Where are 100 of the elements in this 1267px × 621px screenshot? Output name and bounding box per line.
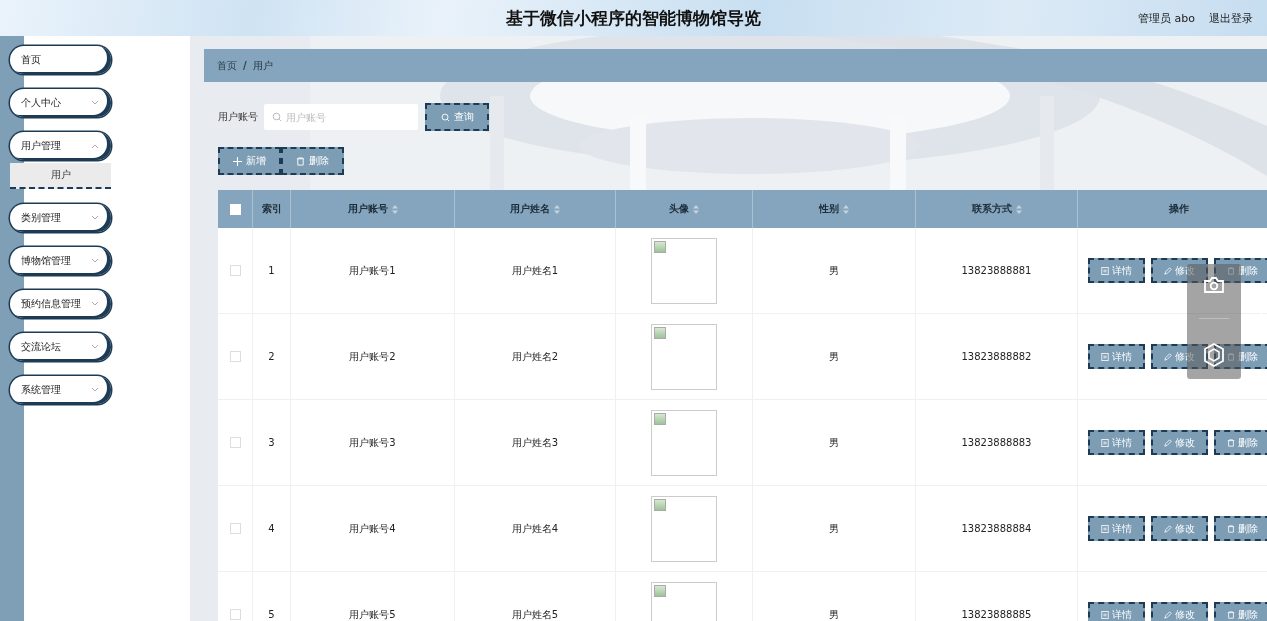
edit-button[interactable]: 修改 (1150, 516, 1208, 541)
add-button[interactable]: 新增 (218, 147, 281, 175)
sort-icon (554, 204, 560, 214)
row-checkbox[interactable] (229, 265, 241, 277)
document-icon (1100, 266, 1109, 275)
table-cell: 男 (829, 436, 839, 448)
detail-button[interactable]: 详情 (1087, 344, 1145, 369)
breadcrumb-separator: / (243, 60, 247, 71)
trash-icon (296, 156, 305, 166)
detail-button[interactable]: 详情 (1087, 258, 1145, 283)
breadcrumb-link[interactable]: 首页 (217, 58, 237, 73)
menu-item[interactable]: 博物馆管理 (10, 247, 111, 275)
pencil-icon (1163, 352, 1172, 361)
column-header: 操作 (1077, 190, 1267, 228)
table-cell: 用户姓名4 (511, 522, 559, 534)
table-cell: 男 (829, 350, 839, 362)
table-cell: 用户账号2 (349, 350, 396, 362)
table-cell: 男 (829, 522, 839, 534)
menu-item[interactable]: 交流论坛 (10, 333, 111, 361)
table-cell: 用户姓名2 (511, 350, 559, 362)
chevron-icon (91, 301, 99, 307)
sort-icon (1015, 204, 1022, 214)
column-header[interactable]: 用户账号 (290, 190, 455, 228)
row-checkbox[interactable] (229, 609, 241, 621)
plus-icon (233, 156, 242, 166)
pencil-icon (1163, 524, 1172, 533)
table-cell: 用户姓名1 (511, 264, 559, 276)
menu-item[interactable]: 用户管理 (10, 132, 111, 160)
table-cell: 男 (829, 264, 839, 276)
chevron-icon (91, 215, 99, 221)
chevron-icon (91, 387, 99, 393)
table-cell: 4 (268, 523, 275, 534)
chevron-icon (91, 258, 99, 264)
submenu-item[interactable]: 用户 (10, 163, 111, 189)
detail-button[interactable]: 详情 (1087, 602, 1145, 621)
table-cell: 13823888885 (961, 609, 1032, 620)
column-header[interactable]: 用户姓名 (454, 190, 616, 228)
chevron-icon (91, 143, 99, 149)
delete-button[interactable]: 删除 (1213, 602, 1267, 621)
broken-image-icon (651, 237, 717, 304)
table-cell: 用户账号3 (349, 436, 396, 448)
menu-item[interactable]: 个人中心 (10, 89, 111, 117)
breadcrumb-link[interactable]: 用户 (252, 58, 273, 73)
menu-item[interactable]: 预约信息管理 (10, 290, 111, 318)
edit-button[interactable]: 修改 (1150, 344, 1208, 369)
column-header[interactable]: 性别 (752, 190, 916, 228)
search-field[interactable]: 用户账号 (264, 104, 418, 130)
detail-button[interactable]: 详情 (1087, 516, 1145, 541)
delete-button[interactable]: 删除 (1213, 430, 1267, 455)
pencil-icon (1163, 610, 1172, 619)
menu-item[interactable]: 首页 (10, 46, 111, 74)
edit-button[interactable]: 修改 (1150, 602, 1208, 621)
camera-icon[interactable] (1203, 276, 1225, 294)
search-button[interactable]: 查询 (425, 103, 489, 131)
table-cell: 用户姓名3 (511, 436, 559, 448)
table-cell: 2 (268, 351, 275, 362)
column-header[interactable]: 联系方式 (915, 190, 1078, 228)
pencil-icon (1163, 266, 1172, 275)
menu-item[interactable]: 类别管理 (10, 204, 111, 232)
chevron-icon (91, 344, 99, 350)
document-icon (1100, 610, 1109, 619)
edit-button[interactable]: 修改 (1150, 430, 1208, 455)
trash-icon (1226, 438, 1235, 447)
table-cell: 13823888883 (961, 437, 1032, 448)
document-icon (1100, 352, 1109, 361)
chevron-icon (91, 100, 99, 106)
table-cell: 男 (829, 608, 839, 620)
row-checkbox[interactable] (229, 351, 241, 363)
broken-image-icon (651, 495, 717, 562)
user-name: 管理员 abo (1138, 10, 1195, 26)
table-cell: 3 (268, 437, 275, 448)
table-cell: 用户账号5 (349, 608, 396, 620)
table-cell: 13823888884 (961, 523, 1032, 534)
delete-button[interactable]: 删除 (1213, 344, 1267, 369)
search-label: 用户账号 (218, 110, 259, 124)
logout-link[interactable]: 退出登录 (1209, 10, 1253, 26)
document-icon (1100, 524, 1109, 533)
menu-item[interactable]: 系统管理 (10, 376, 111, 404)
search-icon (440, 112, 450, 122)
row-checkbox[interactable] (229, 437, 241, 449)
delete-button[interactable]: 删除 (281, 147, 344, 175)
document-icon (1100, 438, 1109, 447)
pencil-icon (1163, 438, 1172, 447)
select-all-checkbox[interactable] (229, 203, 241, 215)
site-title: 基于微信小程序的智能博物馆导览 (506, 6, 761, 30)
sort-icon (843, 204, 849, 214)
delete-button[interactable]: 删除 (1213, 258, 1267, 283)
table-cell: 用户姓名5 (511, 608, 559, 620)
broken-image-icon (651, 409, 717, 476)
hexagon-icon[interactable] (1203, 343, 1225, 367)
column-header[interactable]: 头像 (615, 190, 753, 228)
trash-icon (1226, 266, 1235, 275)
delete-button[interactable]: 删除 (1213, 516, 1267, 541)
edit-button[interactable]: 修改 (1150, 258, 1208, 283)
table-cell: 5 (268, 609, 275, 620)
detail-button[interactable]: 详情 (1087, 430, 1145, 455)
trash-icon (1226, 524, 1235, 533)
table-cell: 13823888882 (961, 351, 1032, 362)
table-cell: 用户账号1 (349, 264, 396, 276)
row-checkbox[interactable] (229, 523, 241, 535)
